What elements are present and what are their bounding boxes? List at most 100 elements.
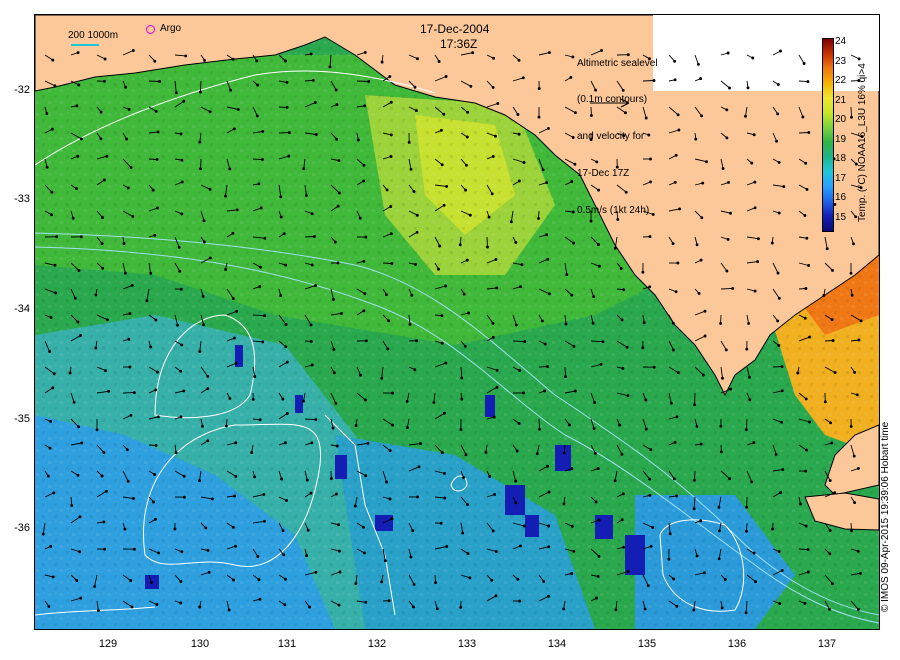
velocity-arrow-head bbox=[75, 104, 79, 108]
velocity-arrow-head bbox=[494, 134, 497, 138]
velocity-arrow-head bbox=[51, 58, 55, 62]
velocity-arrow-head bbox=[388, 497, 392, 501]
colorbar-tick: 23 bbox=[835, 56, 847, 67]
velocity-arrow-head bbox=[412, 190, 416, 193]
velocity-arrow-head bbox=[770, 241, 774, 245]
velocity-arrow-head bbox=[203, 58, 207, 62]
velocity-arrow-head bbox=[432, 400, 436, 404]
velocity-arrow-head bbox=[745, 529, 748, 533]
velocity-arrow-head bbox=[335, 137, 339, 141]
velocity-arrow-head bbox=[281, 397, 285, 401]
velocity-arrow-head bbox=[49, 316, 53, 320]
velocity-arrow-head bbox=[546, 365, 549, 368]
velocity-arrow-head bbox=[493, 492, 497, 496]
velocity-arrow-head bbox=[592, 295, 596, 299]
velocity-arrow-head bbox=[471, 51, 475, 55]
velocity-arrow-head bbox=[675, 494, 679, 498]
velocity-arrow-head bbox=[198, 350, 202, 353]
velocity-arrow-head bbox=[699, 519, 703, 523]
velocity-arrow-head bbox=[859, 571, 862, 575]
velocity-arrow-head bbox=[439, 128, 443, 132]
velocity-arrow-head bbox=[571, 55, 575, 59]
velocity-arrow-head bbox=[76, 320, 80, 324]
velocity-arrow-head bbox=[517, 132, 521, 136]
velocity-arrow-head bbox=[256, 83, 260, 87]
velocity-arrow-head bbox=[777, 550, 781, 554]
velocity-arrow-head bbox=[76, 51, 80, 55]
velocity-arrow-head bbox=[823, 400, 827, 404]
velocity-arrow-head bbox=[546, 126, 550, 130]
velocity-arrow-head bbox=[76, 154, 80, 158]
velocity-arrow-head bbox=[619, 267, 623, 270]
velocity-arrow-head bbox=[517, 422, 521, 425]
velocity-arrow-head bbox=[95, 428, 99, 432]
velocity-arrow-head bbox=[156, 415, 160, 419]
velocity-arrow bbox=[356, 80, 369, 82]
velocity-arrow-head bbox=[261, 129, 265, 133]
velocity-arrow-head bbox=[364, 398, 367, 402]
velocity-arrow-head bbox=[799, 502, 802, 506]
velocity-arrow-head bbox=[753, 206, 757, 210]
velocity-arrow-head bbox=[805, 187, 809, 191]
velocity-arrow-head bbox=[494, 258, 498, 261]
velocity-arrow-head bbox=[543, 342, 547, 346]
velocity-arrow-head bbox=[206, 439, 210, 443]
velocity-arrow-head bbox=[729, 387, 733, 391]
velocity-arrow-head bbox=[284, 577, 287, 581]
velocity-arrow-head bbox=[562, 451, 566, 455]
velocity-arrow-head bbox=[777, 211, 781, 215]
velocity-arrow-head bbox=[543, 389, 547, 393]
velocity-arrow-head bbox=[460, 397, 464, 401]
velocity-arrow-head bbox=[444, 361, 448, 365]
velocity-arrow-head bbox=[156, 206, 159, 210]
velocity-arrow-head bbox=[262, 492, 266, 496]
velocity-arrow-head bbox=[231, 525, 235, 529]
velocity-arrow-head bbox=[468, 213, 472, 217]
velocity-arrow-head bbox=[747, 321, 751, 325]
velocity-arrow-head bbox=[79, 334, 82, 337]
velocity-arrow-head bbox=[132, 391, 136, 395]
velocity-arrow-head bbox=[676, 371, 680, 375]
velocity-arrow-head bbox=[384, 293, 388, 297]
velocity-arrow-head bbox=[154, 388, 158, 392]
velocity-arrow-head bbox=[780, 420, 784, 424]
velocity-arrow-head bbox=[102, 451, 106, 455]
velocity-arrow-head bbox=[694, 137, 698, 141]
velocity-arrow-head bbox=[77, 268, 81, 272]
velocity-arrow-head bbox=[305, 554, 309, 558]
velocity-arrow-head bbox=[337, 523, 341, 527]
velocity-legend: Altimetric sealevel (0.1m contours) and … bbox=[577, 33, 658, 230]
velocity-arrow-head bbox=[753, 289, 757, 293]
velocity-arrow-head bbox=[745, 505, 749, 509]
velocity-arrow-head bbox=[547, 594, 550, 598]
velocity-arrow-head bbox=[721, 167, 725, 170]
velocity-arrow bbox=[304, 418, 316, 421]
velocity-arrow-head bbox=[613, 246, 617, 250]
velocity-arrow-head bbox=[79, 137, 83, 141]
velocity-arrow-head bbox=[364, 235, 368, 239]
velocity-arrow-head bbox=[130, 605, 134, 609]
lat-label: -36 bbox=[14, 522, 30, 534]
velocity-arrow-head bbox=[439, 521, 443, 525]
velocity-arrow-head bbox=[390, 517, 394, 521]
velocity-arrow-head bbox=[464, 188, 468, 192]
velocity-arrow-head bbox=[201, 424, 204, 428]
velocity-arrow-head bbox=[621, 366, 625, 370]
velocity-arrow-head bbox=[668, 532, 672, 536]
velocity-arrow-head bbox=[776, 319, 780, 323]
velocity-arrow-head bbox=[626, 570, 630, 574]
velocity-arrow-head bbox=[407, 140, 411, 144]
velocity-arrow-head bbox=[491, 335, 495, 339]
velocity-arrow-head bbox=[850, 529, 853, 533]
velocity-arrow-head bbox=[648, 235, 652, 239]
velocity-arrow-head bbox=[775, 139, 779, 143]
sst-map[interactable] bbox=[34, 14, 880, 630]
velocity-arrow-head bbox=[724, 348, 728, 352]
velocity-arrow-head bbox=[284, 263, 288, 267]
velocity-arrow-head bbox=[671, 321, 675, 325]
velocity-arrow-head bbox=[435, 607, 439, 611]
velocity-arrow-head bbox=[776, 112, 780, 116]
velocity-arrow-head bbox=[310, 363, 314, 367]
velocity-arrow-head bbox=[78, 550, 82, 554]
velocity-arrow-head bbox=[383, 559, 387, 563]
